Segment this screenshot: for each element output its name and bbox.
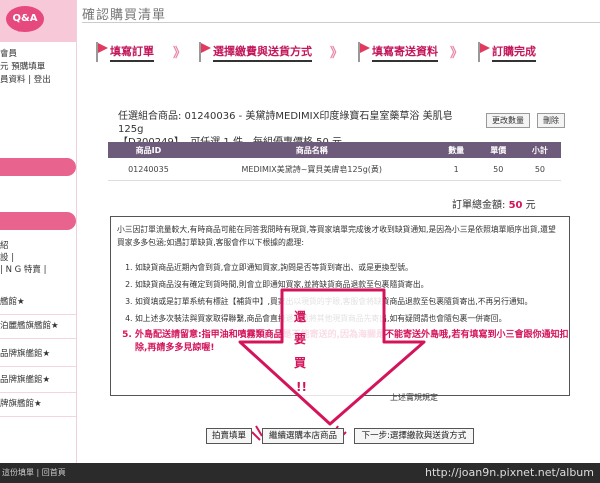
left-sidebar: Q&A 會員 元 預購填單 員資料 | 登出 紹 設 | | N G 特賣 | … [0, 0, 77, 463]
delete-button[interactable]: 刪除 [537, 113, 565, 128]
total-label: 訂單總金額: [452, 200, 506, 211]
preorder-link[interactable]: 元 預購填單 [0, 61, 76, 74]
watermark-bar: 這份填單 | 回首頁 http://joan9n.pixnet.net/albu… [0, 463, 600, 483]
continue-shopping-button[interactable]: 繼續選購本店商品 [262, 428, 344, 444]
column-header: 單價 [477, 142, 519, 158]
flag-icon [95, 42, 108, 62]
table-header-row: 商品ID 商品名稱 數量 單價 小計 [108, 142, 561, 158]
step-fill-order: 填寫訂單 [95, 40, 154, 64]
annotation-char: 還 [294, 310, 307, 324]
total-amount: 50 [508, 200, 523, 211]
step-label: 訂購完成 [492, 43, 536, 62]
qa-bubble-icon: Q&A [6, 6, 44, 32]
step-label: 選擇繳費與送貨方式 [213, 43, 312, 62]
watermark-url: http://joan9n.pixnet.net/album [425, 466, 594, 479]
chevron-right-icon: 》 [173, 46, 187, 61]
flag-icon [198, 42, 211, 62]
chevron-right-icon: 》 [330, 46, 344, 61]
step-complete: 訂購完成 [477, 40, 536, 64]
annotation-char: 買 [294, 356, 307, 370]
footer-links[interactable]: 這份填單 | 回首頁 [2, 467, 66, 478]
profile-logout-link[interactable]: 員資料 | 登出 [0, 74, 76, 87]
chevron-right-icon: 》 [450, 46, 464, 61]
annotation-char: !! [296, 380, 307, 394]
step-payment-shipping: 選擇繳費與送貨方式 [198, 40, 312, 64]
product-line-1: 任選組合商品: 01240036 - 美黛詩MEDIMIX印度綠寶石皇室藥草浴 … [118, 111, 453, 135]
cell-product-id: 01240035 [108, 158, 189, 181]
sidebar-store-item[interactable]: 品牌旗艦館★ [0, 368, 76, 393]
sidebar-menu: 紹 設 | | N G 特賣 | [0, 240, 76, 276]
flag-icon [477, 42, 490, 62]
cell-unit-price: 50 [477, 158, 519, 181]
cell-product-name: MEDIMIX美黛詩~寶貝美膚皂125g(黃) [188, 158, 435, 181]
flag-icon [357, 42, 370, 62]
annotation-char: 要 [294, 332, 307, 346]
sidebar-store-item[interactable]: 泊麗艦旗艦館★ [0, 314, 76, 339]
notice-item: 如缺貨商品近期內會到貨,會立即通知買家,詢問是否等貨到寄出、或是更換型號。 [135, 261, 569, 274]
order-total: 訂單總金額: 50 元 [452, 196, 536, 211]
total-unit: 元 [525, 200, 536, 211]
table-row: 01240035 MEDIMIX美黛詩~寶貝美膚皂125g(黃) 1 50 50 [108, 158, 561, 181]
next-step-button[interactable]: 下一步:選擇繳款與送貨方式 [354, 428, 474, 444]
cell-quantity: 1 [434, 158, 478, 181]
notice-intro: 小三因訂單流量較大,有時商品可能在同答我問時有現貨,等買家填單完成後才收到缺貨通… [117, 225, 556, 247]
cell-subtotal: 50 [518, 158, 561, 181]
sidebar-menu-item[interactable]: | N G 特賣 | [0, 264, 76, 276]
column-header: 商品ID [108, 142, 189, 158]
column-header: 商品名稱 [188, 142, 435, 158]
sidebar-menu-item[interactable]: 設 | [0, 252, 76, 264]
auction-order-button[interactable]: 拍賣填單 [206, 428, 252, 444]
page-title: 確認購買清單 [82, 8, 167, 23]
sidebar-store-item[interactable]: 艦館★ [0, 290, 76, 315]
sidebar-pink-bar [0, 158, 76, 176]
step-label: 填寫訂單 [110, 43, 154, 62]
sidebar-pink-bar [0, 212, 76, 230]
sidebar-store-item[interactable]: 牌旗艦館★ [0, 392, 76, 417]
sidebar-store-item[interactable]: 品牌旗艦館★ [0, 342, 76, 367]
step-shipping-info: 填寫寄送資料 [357, 40, 438, 64]
column-header: 數量 [434, 142, 478, 158]
column-header: 小計 [518, 142, 561, 158]
order-items-table: 商品ID 商品名稱 數量 單價 小計 01240035 MEDIMIX美黛詩~寶… [108, 142, 561, 181]
member-links: 會員 元 預購填單 員資料 | 登出 [0, 48, 76, 87]
title-divider [82, 22, 600, 23]
sidebar-menu-item[interactable]: 紹 [0, 240, 76, 252]
qa-badge[interactable]: Q&A [0, 0, 76, 42]
down-arrow-annotation [238, 288, 426, 426]
step-label: 填寫寄送資料 [372, 43, 438, 62]
edit-quantity-button[interactable]: 更改數量 [486, 113, 530, 128]
member-link[interactable]: 會員 [0, 48, 76, 61]
